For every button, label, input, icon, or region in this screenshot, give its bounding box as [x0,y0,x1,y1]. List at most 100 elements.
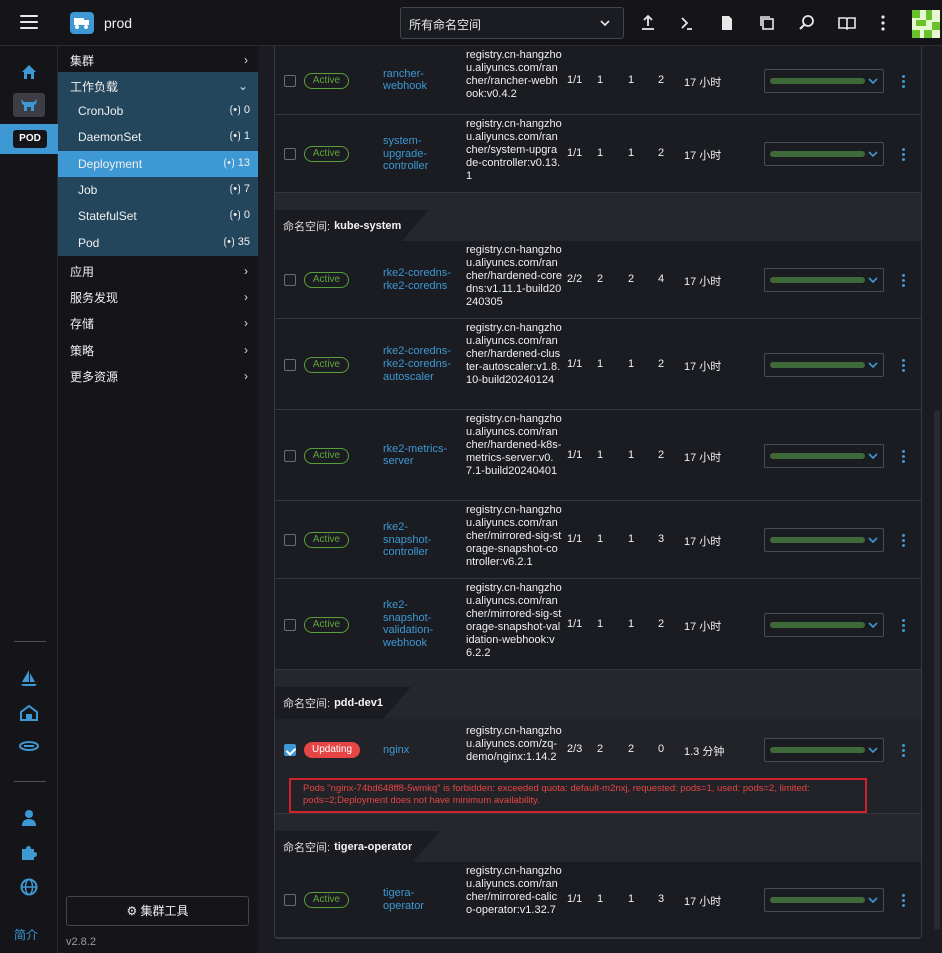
row-checkbox[interactable] [284,148,296,160]
cell-ready: 1/1 [567,533,583,545]
cell-ready: 1/1 [567,73,583,86]
deployment-name-link[interactable]: nginx [383,744,455,757]
deployment-name-link[interactable]: system- upgrade- controller [383,135,455,173]
nav-group-storage[interactable]: 存储 › [58,309,258,335]
row-actions-menu-icon[interactable] [902,618,906,634]
status-badge: Updating [304,742,360,758]
row-checkbox[interactable] [284,534,296,546]
nav-group-more-resources[interactable]: 更多资源 › [58,362,258,388]
row-checkbox[interactable] [284,74,296,87]
nav-item-pod[interactable]: Pod ⟮•⟯ 35 [58,230,258,256]
row-checkbox[interactable] [284,894,296,906]
row-actions-menu-icon[interactable] [902,449,906,465]
deployment-name-link[interactable]: rke2-coredns- rke2-coredns- autoscaler [383,345,455,383]
user-icon[interactable] [13,806,45,830]
cluster-badge[interactable]: POD [13,130,47,148]
globe-icon[interactable] [13,875,45,899]
container-image: registry.cn-hangzhou.aliyuncs.com/zq-dem… [466,725,562,763]
cell-ready: 2/2 [567,273,583,285]
user-avatar[interactable] [912,10,940,38]
row-checkbox[interactable] [284,358,296,371]
nav-group-service-discovery[interactable]: 服务发现 › [58,283,258,309]
namespace-select[interactable]: 所有命名空间 [400,7,624,39]
scrollbar[interactable] [934,410,940,930]
cell-ready: 2/3 [567,743,583,755]
top-header: prod 所有命名空间 [0,0,942,46]
namespace-group-header: 命名空间: pdd-dev1 [275,670,921,719]
table-row: Updating nginx registry.cn-hangzhou.aliyun… [275,719,921,814]
row-checkbox[interactable] [284,274,296,286]
cell-age: 17 小时 [684,76,722,89]
more-vertical-icon[interactable] [873,13,893,33]
scale-progress-bar [770,277,865,283]
nav-group-cluster[interactable]: 集群 › [58,46,258,72]
upload-icon[interactable] [638,13,658,33]
warehouse-icon[interactable] [13,701,45,725]
home-icon[interactable] [13,60,45,84]
scale-select[interactable] [764,612,884,637]
deployment-name-link[interactable]: rke2-coredns- rke2-coredns [383,267,455,293]
kubeconfig-file-icon[interactable] [717,13,737,33]
nav-group-workload[interactable]: 工作负载 ⌄ [58,72,258,98]
row-checkbox[interactable] [284,744,296,756]
nav-item-daemonset[interactable]: DaemonSet ⟮•⟯ 1 [58,124,258,150]
chevron-right-icon: › [244,290,248,304]
scale-select[interactable] [764,888,884,912]
scale-select[interactable] [764,738,884,762]
scale-select[interactable] [764,528,884,552]
cell-ready: 1/1 [567,617,583,630]
deployment-name-link[interactable]: tigera- operator [383,887,455,913]
book-icon[interactable] [837,13,857,33]
status-badge: Active [304,447,349,464]
row-actions-menu-icon[interactable] [902,534,906,549]
chevron-right-icon: › [244,369,248,383]
search-icon[interactable] [797,13,817,33]
scale-select[interactable] [764,443,884,468]
nav-item-statefulset[interactable]: StatefulSet ⟮•⟯ 0 [58,203,258,229]
puzzle-extensions-icon[interactable] [13,841,45,865]
deployment-name-link[interactable]: rke2- snapshot- validation- webhook [383,599,455,650]
nav-group-apps[interactable]: 应用 › [58,257,258,283]
row-actions-menu-icon[interactable] [902,358,906,374]
cell-up: 1 [597,617,604,630]
shell-icon[interactable] [677,13,697,33]
cluster-tools-button[interactable]: ⚙ 集群工具 [66,896,249,926]
row-actions-menu-icon[interactable] [902,74,906,90]
row-checkbox[interactable] [284,618,296,631]
copy-kubeconfig-icon[interactable] [757,13,777,33]
cell-avail: 1 [628,357,635,370]
row-checkbox[interactable] [284,449,296,462]
nav-item-job[interactable]: Job ⟮•⟯ 7 [58,177,258,203]
nav-item-cronjob[interactable]: CronJob ⟮•⟯ 0 [58,98,258,124]
main-content: Active rancher- webhook registry.cn-hangzh… [258,46,942,953]
table-row: Active rke2-coredns- rke2-coredns- autosc… [275,319,921,410]
chevron-down-icon [600,20,610,27]
scale-select[interactable] [764,268,884,292]
row-actions-menu-icon[interactable] [902,894,906,909]
row-actions-menu-icon[interactable] [902,274,906,289]
chevron-right-icon: › [244,316,248,330]
table-row: Active rke2- snapshot- validation- webhoo… [275,579,921,670]
menu-icon[interactable] [20,15,38,29]
scale-select[interactable] [764,352,884,377]
chevron-down-icon [868,452,878,459]
cluster-explorer-icon[interactable] [13,93,45,117]
deployment-name-link[interactable]: rke2-metrics- server [383,443,455,469]
side-navigation: 集群 › 工作负载 ⌄ CronJob ⟮•⟯ 0 DaemonSet ⟮•⟯ … [58,46,258,953]
network-icon[interactable] [13,734,45,758]
scale-select[interactable] [764,68,884,93]
deployment-name-link[interactable]: rancher- webhook [383,68,455,94]
row-actions-menu-icon[interactable] [902,148,906,163]
container-image: registry.cn-hangzhou.aliyuncs.com/ranche… [466,865,562,916]
cell-avail: 1 [628,617,635,630]
deployment-name-link[interactable]: rke2- snapshot- controller [383,521,455,559]
sailboat-icon[interactable] [13,666,45,690]
chevron-down-icon [868,621,878,628]
scale-progress-bar [770,747,865,753]
nav-item-deployment[interactable]: Deployment ⟮•⟯ 13 [58,151,258,177]
scale-select[interactable] [764,142,884,166]
nav-group-policy[interactable]: 策略 › [58,336,258,362]
container-image: registry.cn-hangzhou.aliyuncs.com/ranche… [466,504,562,568]
about-link[interactable]: 简介 [14,926,38,943]
row-actions-menu-icon[interactable] [902,744,906,759]
